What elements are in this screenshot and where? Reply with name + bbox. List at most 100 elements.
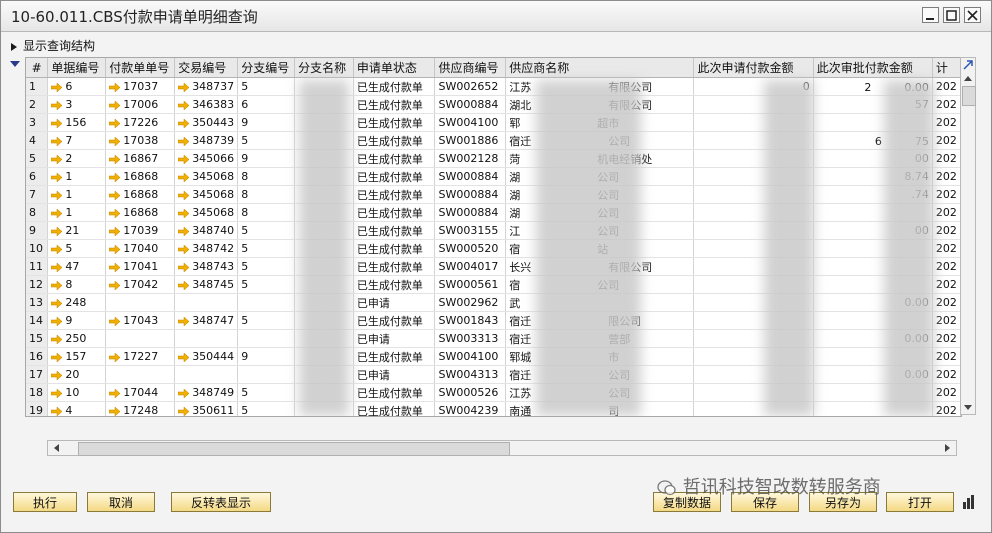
table-cell[interactable]: 1 bbox=[47, 185, 107, 204]
close-button[interactable] bbox=[964, 7, 981, 23]
table-row[interactable]: 47170383487395已生成付款单SW001886宿迁 公司6 75202 bbox=[26, 131, 961, 150]
table-cell[interactable]: 17040 bbox=[105, 239, 176, 258]
table-cell[interactable]: 348739 bbox=[174, 131, 239, 150]
show-query-structure-toggle[interactable]: 显示查询结构 bbox=[11, 37, 95, 54]
link-arrow-icon bbox=[109, 118, 121, 128]
table-row[interactable]: 61168683450688已生成付款单SW000884湖 公司8.74202 bbox=[26, 167, 961, 186]
table-row[interactable]: 1810170443487495已生成付款单SW000526江苏 公司202 bbox=[26, 383, 961, 402]
table-cell[interactable]: 345068 bbox=[174, 167, 239, 186]
table-cell[interactable]: 21 bbox=[47, 221, 107, 240]
column-header[interactable]: 计 bbox=[932, 58, 961, 78]
table-cell[interactable]: 157 bbox=[47, 347, 107, 366]
maximize-button[interactable] bbox=[943, 7, 960, 23]
column-header[interactable]: 供应商编号 bbox=[434, 58, 507, 78]
vertical-scroll-thumb[interactable] bbox=[962, 86, 976, 106]
table-cell[interactable]: 16868 bbox=[105, 203, 176, 222]
column-header[interactable]: 分支编号 bbox=[237, 58, 296, 78]
table-cell[interactable]: 345066 bbox=[174, 149, 239, 168]
table-cell[interactable]: 348747 bbox=[174, 311, 239, 330]
table-cell: 已生成付款单 bbox=[353, 167, 436, 186]
column-header[interactable]: 申请单状态 bbox=[353, 58, 436, 78]
horizontal-scroll-thumb[interactable] bbox=[78, 442, 510, 456]
horizontal-scrollbar[interactable] bbox=[47, 440, 957, 456]
table-cell[interactable]: 17044 bbox=[105, 383, 176, 402]
table-cell[interactable]: 7 bbox=[47, 131, 107, 150]
table-cell[interactable]: 346383 bbox=[174, 95, 239, 114]
table-row[interactable]: 149170433487475已生成付款单SW001843宿迁 限公司202 bbox=[26, 311, 961, 330]
table-cell[interactable]: 348749 bbox=[174, 383, 239, 402]
column-header[interactable]: 交易编号 bbox=[174, 58, 239, 78]
table-row[interactable]: 1147170413487435已生成付款单SW004017长兴 有限公司202 bbox=[26, 257, 961, 276]
table-row[interactable]: 15250已申请SW003313宿迁 营部0.00202 bbox=[26, 329, 961, 348]
table-cell[interactable]: 20 bbox=[47, 365, 107, 384]
table-cell[interactable]: 4 bbox=[47, 401, 107, 416]
table-row[interactable]: 1720已申请SW004313宿迁 公司0.00202 bbox=[26, 365, 961, 384]
table-cell[interactable]: 9 bbox=[47, 311, 107, 330]
column-header[interactable]: 此次申请付款金额 bbox=[693, 58, 814, 78]
pivot-display-button[interactable]: 反转表显示 bbox=[171, 492, 271, 512]
table-cell[interactable]: 1 bbox=[47, 203, 107, 222]
cancel-button[interactable]: 取消 bbox=[87, 492, 155, 512]
table-row[interactable]: 13248已申请SW002962武0.00202 bbox=[26, 293, 961, 312]
table-cell[interactable]: 1 bbox=[47, 167, 107, 186]
table-cell[interactable]: 350611 bbox=[174, 401, 239, 416]
table-cell[interactable]: 156 bbox=[47, 113, 107, 132]
table-cell[interactable]: 6 bbox=[47, 77, 107, 96]
table-cell[interactable]: 17038 bbox=[105, 131, 176, 150]
table-cell[interactable]: 2 bbox=[47, 149, 107, 168]
table-cell[interactable]: 348745 bbox=[174, 275, 239, 294]
results-grid[interactable]: # 单据编号 付款单单号 交易编号 分支编号 分支名称 申请单状态 供应商编号 供应商名称 此次申… bbox=[25, 57, 962, 417]
table-cell[interactable]: 5 bbox=[47, 239, 107, 258]
table-cell: 已申请 bbox=[353, 365, 436, 384]
table-cell[interactable]: 348743 bbox=[174, 257, 239, 276]
table-row[interactable]: 921170393487405已生成付款单SW003155江 公司00202 bbox=[26, 221, 961, 240]
table-cell[interactable]: 350444 bbox=[174, 347, 239, 366]
open-button[interactable]: 打开 bbox=[886, 492, 954, 512]
table-cell[interactable]: 17039 bbox=[105, 221, 176, 240]
chart-icon[interactable] bbox=[961, 494, 977, 510]
vertical-scrollbar[interactable] bbox=[960, 57, 976, 415]
column-header[interactable]: 分支名称 bbox=[294, 58, 354, 78]
table-cell[interactable]: 348742 bbox=[174, 239, 239, 258]
table-cell[interactable]: 345068 bbox=[174, 185, 239, 204]
table-row[interactable]: 128170423487455已生成付款单SW000561宿 公司202 bbox=[26, 275, 961, 294]
table-row[interactable]: 16170373487375已生成付款单SW002652江苏 有限公司02 0.… bbox=[26, 77, 961, 96]
table-cell[interactable]: 348737 bbox=[174, 77, 239, 96]
table-row[interactable]: 52168673450669已生成付款单SW002128菏 机电经销处00202 bbox=[26, 149, 961, 168]
table-row[interactable]: 3156172263504439已生成付款单SW004100郓 超市202 bbox=[26, 113, 961, 132]
column-header[interactable]: 此次审批付款金额 bbox=[813, 58, 933, 78]
minimize-button[interactable] bbox=[922, 7, 939, 23]
table-cell[interactable]: 350443 bbox=[174, 113, 239, 132]
table-cell[interactable]: 17042 bbox=[105, 275, 176, 294]
table-row[interactable]: 23170063463836已生成付款单SW000884湖北 有限公司57202 bbox=[26, 95, 961, 114]
table-cell[interactable]: 17006 bbox=[105, 95, 176, 114]
column-header[interactable]: 付款单单号 bbox=[105, 58, 176, 78]
table-cell[interactable]: 17226 bbox=[105, 113, 176, 132]
table-row[interactable]: 16157172273504449已生成付款单SW004100郓城 市202 bbox=[26, 347, 961, 366]
table-cell[interactable]: 16868 bbox=[105, 185, 176, 204]
table-cell[interactable]: 16868 bbox=[105, 167, 176, 186]
table-row[interactable]: 71168683450688已生成付款单SW000884湖 公司.74202 bbox=[26, 185, 961, 204]
table-cell[interactable]: 10 bbox=[47, 383, 107, 402]
column-header[interactable]: 供应商名称 bbox=[505, 58, 695, 78]
table-cell[interactable]: 345068 bbox=[174, 203, 239, 222]
table-cell[interactable]: 16867 bbox=[105, 149, 176, 168]
table-cell[interactable]: 17227 bbox=[105, 347, 176, 366]
table-row[interactable]: 105170403487425已生成付款单SW000520宿 站202 bbox=[26, 239, 961, 258]
table-cell[interactable]: 17041 bbox=[105, 257, 176, 276]
table-cell[interactable]: 17037 bbox=[105, 77, 176, 96]
table-cell[interactable]: 17248 bbox=[105, 401, 176, 416]
table-cell[interactable]: 47 bbox=[47, 257, 107, 276]
table-cell[interactable]: 3 bbox=[47, 95, 107, 114]
table-row[interactable]: 81168683450688已生成付款单SW000884湖 公司202 bbox=[26, 203, 961, 222]
column-header[interactable]: # bbox=[26, 58, 49, 78]
table-cell[interactable]: 250 bbox=[47, 329, 107, 348]
collapse-arrow-icon[interactable] bbox=[10, 61, 20, 67]
table-cell[interactable]: 8 bbox=[47, 275, 107, 294]
table-cell[interactable]: 348740 bbox=[174, 221, 239, 240]
table-row[interactable]: 194172483506115已生成付款单SW004239南通 司202 bbox=[26, 401, 961, 416]
table-cell[interactable]: 248 bbox=[47, 293, 107, 312]
column-header[interactable]: 单据编号 bbox=[47, 58, 107, 78]
execute-button[interactable]: 执行 bbox=[13, 492, 77, 512]
table-cell[interactable]: 17043 bbox=[105, 311, 176, 330]
